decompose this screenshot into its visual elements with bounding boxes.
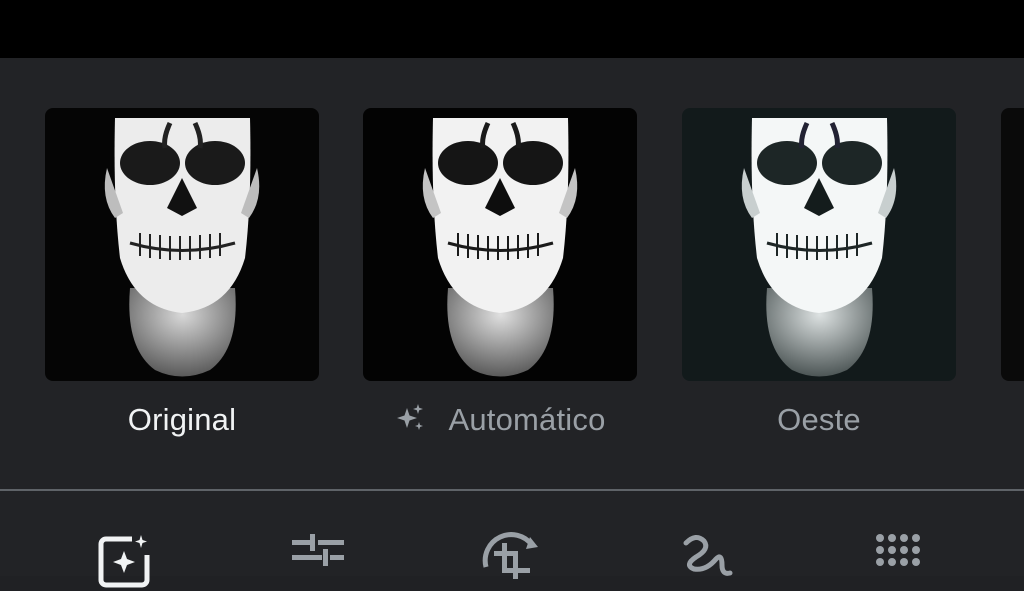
filter-label-text: Original (127, 402, 237, 437)
filter-label-text: Oeste (777, 402, 861, 437)
filter-thumbnail[interactable] (45, 108, 319, 381)
filter-auto[interactable]: Automático (363, 108, 637, 437)
filter-thumbnail[interactable] (682, 108, 956, 381)
markup-squiggle-icon (683, 535, 733, 576)
edit-toolbar (0, 491, 1024, 588)
crop-tool-button[interactable] (480, 531, 540, 591)
filter-label-text: Automático (448, 402, 606, 437)
filters-tool-button[interactable] (96, 531, 156, 591)
filter-next-partial[interactable] (1001, 108, 1024, 381)
markup-tool-button[interactable] (676, 531, 736, 591)
status-bar (0, 0, 1024, 58)
filter-carousel[interactable]: Original Automático Oeste (0, 108, 1024, 488)
filter-original[interactable]: Original (45, 108, 319, 437)
more-tool-button[interactable] (874, 531, 934, 591)
filter-label-original: Original (45, 402, 319, 438)
filter-oeste[interactable]: Oeste (682, 108, 956, 437)
crop-rotate-icon (482, 532, 538, 579)
skull-face-photo (682, 108, 956, 381)
skull-face-photo (45, 108, 319, 381)
auto-enhance-icon (98, 533, 154, 588)
sliders-icon (292, 534, 344, 566)
filter-label-oeste: Oeste (682, 402, 956, 438)
grid-dots-icon (876, 534, 920, 566)
filter-thumbnail[interactable] (363, 108, 637, 381)
filter-label-auto: Automático (363, 402, 637, 438)
filter-thumbnail[interactable] (1001, 108, 1024, 381)
adjust-tool-button[interactable] (288, 531, 348, 591)
sparkle-icon (397, 404, 424, 430)
skull-face-photo (363, 108, 637, 381)
